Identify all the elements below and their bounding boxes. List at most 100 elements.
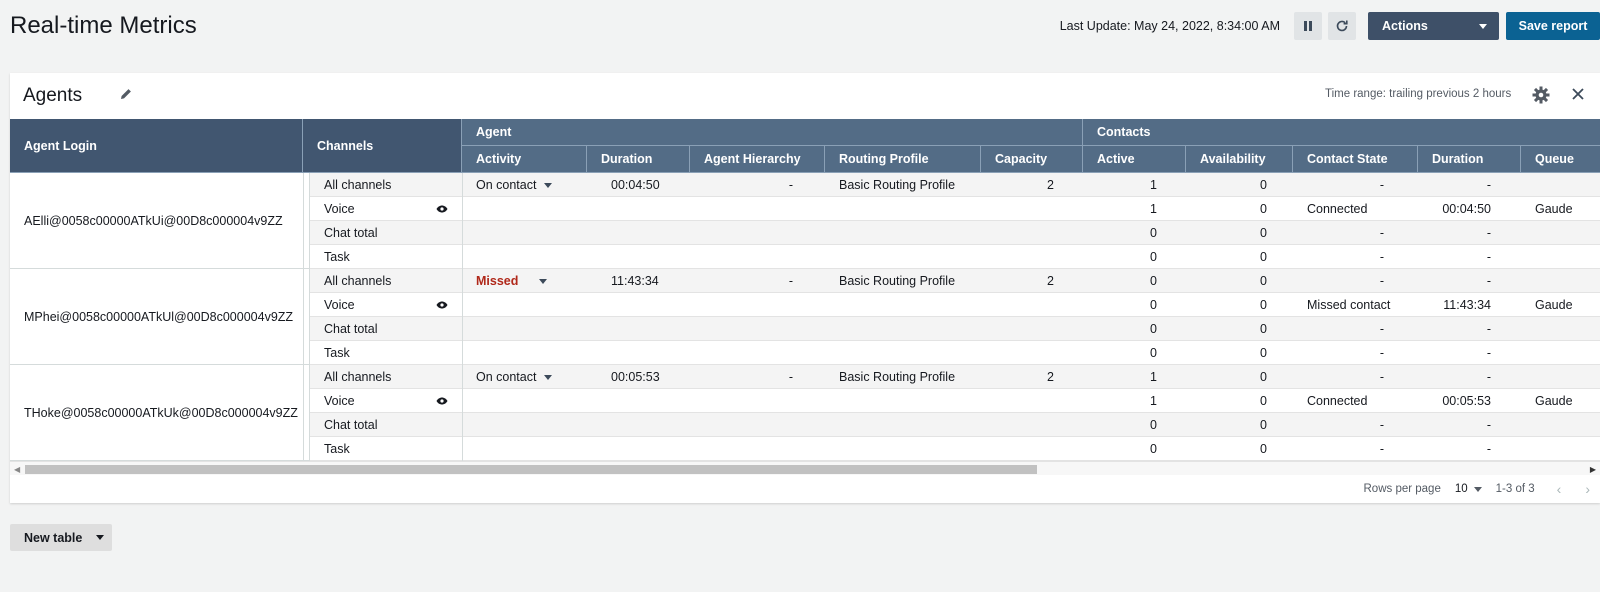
pencil-icon[interactable]: [120, 88, 132, 100]
scroll-left-icon[interactable]: ◀: [14, 465, 20, 474]
column-divider: [462, 173, 463, 461]
channel-cell: Voice: [324, 202, 355, 216]
queue-cell: [1521, 221, 1600, 245]
contact-duration-cell: 00:05:53: [1442, 394, 1491, 408]
header-contact-duration[interactable]: Duration: [1418, 146, 1521, 173]
eye-icon[interactable]: [436, 197, 450, 221]
hierarchy-cell: -: [788, 370, 793, 384]
table-row: [310, 245, 1600, 269]
activity-dropdown[interactable]: On contact: [462, 365, 587, 389]
header-activity[interactable]: Activity: [462, 146, 587, 173]
agent-login-cell: MPhei@0058c00000ATkUl@00D8c000004v9ZZ: [10, 269, 310, 365]
column-divider: [303, 173, 304, 461]
contact-duration-cell: 11:43:34: [1443, 298, 1491, 312]
scroll-right-icon[interactable]: ▶: [1590, 465, 1596, 474]
channel-cell: Task: [324, 250, 350, 264]
active-cell: 0: [1150, 298, 1157, 312]
activity-dropdown[interactable]: On contact: [462, 173, 587, 197]
active-cell: 0: [1150, 226, 1157, 240]
header-controls: Last Update: May 24, 2022, 8:34:00 AM Ac…: [1060, 12, 1600, 40]
horizontal-scrollbar[interactable]: ◀ ▶: [10, 461, 1600, 475]
contact-state-cell: Connected: [1307, 202, 1368, 216]
contact-state-cell: -: [1379, 370, 1384, 384]
new-table-label: New table: [24, 530, 83, 545]
header-contact-state[interactable]: Contact State: [1293, 146, 1418, 173]
header-queue[interactable]: Queue: [1521, 146, 1600, 173]
save-report-button[interactable]: Save report: [1506, 12, 1600, 40]
availability-cell: 0: [1260, 322, 1267, 336]
header-agent-login[interactable]: Agent Login: [10, 119, 303, 173]
contact-state-cell: -: [1379, 178, 1384, 192]
channel-cell: Chat total: [324, 226, 378, 240]
contact-duration-cell: -: [1486, 178, 1491, 192]
chevron-right-icon[interactable]: ›: [1585, 481, 1590, 497]
capacity-cell: 2: [1047, 274, 1054, 288]
availability-cell: 0: [1260, 442, 1267, 456]
duration-cell: 00:05:53: [611, 370, 660, 384]
actions-label: Actions: [1382, 19, 1428, 33]
table-row: [310, 317, 1600, 341]
table-row: [310, 413, 1600, 437]
channel-cell: Voice: [324, 394, 355, 408]
active-cell: 1: [1150, 370, 1157, 384]
queue-cell: [1521, 437, 1600, 461]
header-agent-hierarchy[interactable]: Agent Hierarchy: [690, 146, 825, 173]
availability-cell: 0: [1260, 250, 1267, 264]
channel-cell: Task: [324, 442, 350, 456]
active-cell: 0: [1150, 442, 1157, 456]
scrollbar-thumb[interactable]: [25, 465, 1037, 474]
channel-cell: Chat total: [324, 418, 378, 432]
contact-duration-cell: -: [1486, 226, 1491, 240]
table-row: [310, 341, 1600, 365]
header-routing-profile[interactable]: Routing Profile: [825, 146, 981, 173]
contact-duration-cell: -: [1486, 274, 1491, 288]
availability-cell: 0: [1260, 178, 1267, 192]
eye-icon[interactable]: [436, 389, 450, 413]
page-range: 1-3 of 3: [1495, 483, 1535, 495]
header-active[interactable]: Active: [1083, 146, 1186, 173]
availability-cell: 0: [1260, 418, 1267, 432]
routing-profile-cell: Basic Routing Profile: [839, 370, 956, 384]
duration-cell: 00:04:50: [611, 178, 660, 192]
contact-state-cell: Connected: [1307, 394, 1368, 408]
contact-duration-cell: -: [1486, 250, 1491, 264]
chevron-left-icon[interactable]: ‹: [1557, 481, 1562, 497]
channel-cell: All channels: [324, 178, 392, 192]
contact-duration-cell: -: [1486, 322, 1491, 336]
active-cell: 0: [1150, 418, 1157, 432]
header-channels[interactable]: Channels: [303, 119, 462, 173]
refresh-button[interactable]: [1328, 12, 1356, 40]
pause-button[interactable]: [1294, 12, 1322, 40]
table-row: [310, 437, 1600, 461]
queue-cell: Gaude: [1535, 394, 1573, 408]
queue-cell: [1521, 341, 1600, 365]
time-range-text: Time range: trailing previous 2 hours: [1325, 88, 1512, 100]
contact-state-cell: -: [1379, 274, 1384, 288]
queue-cell: [1521, 413, 1600, 437]
availability-cell: 0: [1260, 370, 1267, 384]
rows-per-page-select[interactable]: 10: [1455, 483, 1482, 495]
new-table-button[interactable]: New table: [10, 524, 112, 551]
channel-cell: Chat total: [324, 322, 378, 336]
caret-down-icon: [539, 278, 547, 284]
contact-state-cell: -: [1379, 250, 1384, 264]
actions-dropdown-button[interactable]: Actions: [1368, 12, 1499, 40]
capacity-cell: 2: [1047, 370, 1054, 384]
active-cell: 0: [1150, 346, 1157, 360]
availability-cell: 0: [1260, 274, 1267, 288]
active-cell: 1: [1150, 202, 1157, 216]
close-icon[interactable]: [1571, 87, 1585, 101]
header-availability[interactable]: Availability: [1186, 146, 1293, 173]
duration-cell: 11:43:34: [611, 274, 659, 288]
channel-cell: Task: [324, 346, 350, 360]
eye-icon[interactable]: [436, 293, 450, 317]
channel-cell: Voice: [324, 298, 355, 312]
contact-duration-cell: -: [1486, 442, 1491, 456]
gear-icon[interactable]: [1532, 86, 1550, 104]
header-capacity[interactable]: Capacity: [981, 146, 1083, 173]
queue-cell: [1521, 173, 1600, 197]
caret-down-icon: [1473, 486, 1482, 492]
activity-dropdown[interactable]: Missed: [462, 269, 587, 293]
header-duration[interactable]: Duration: [587, 146, 690, 173]
agents-table: Agent Login Channels Agent Contacts Acti…: [10, 119, 1600, 461]
